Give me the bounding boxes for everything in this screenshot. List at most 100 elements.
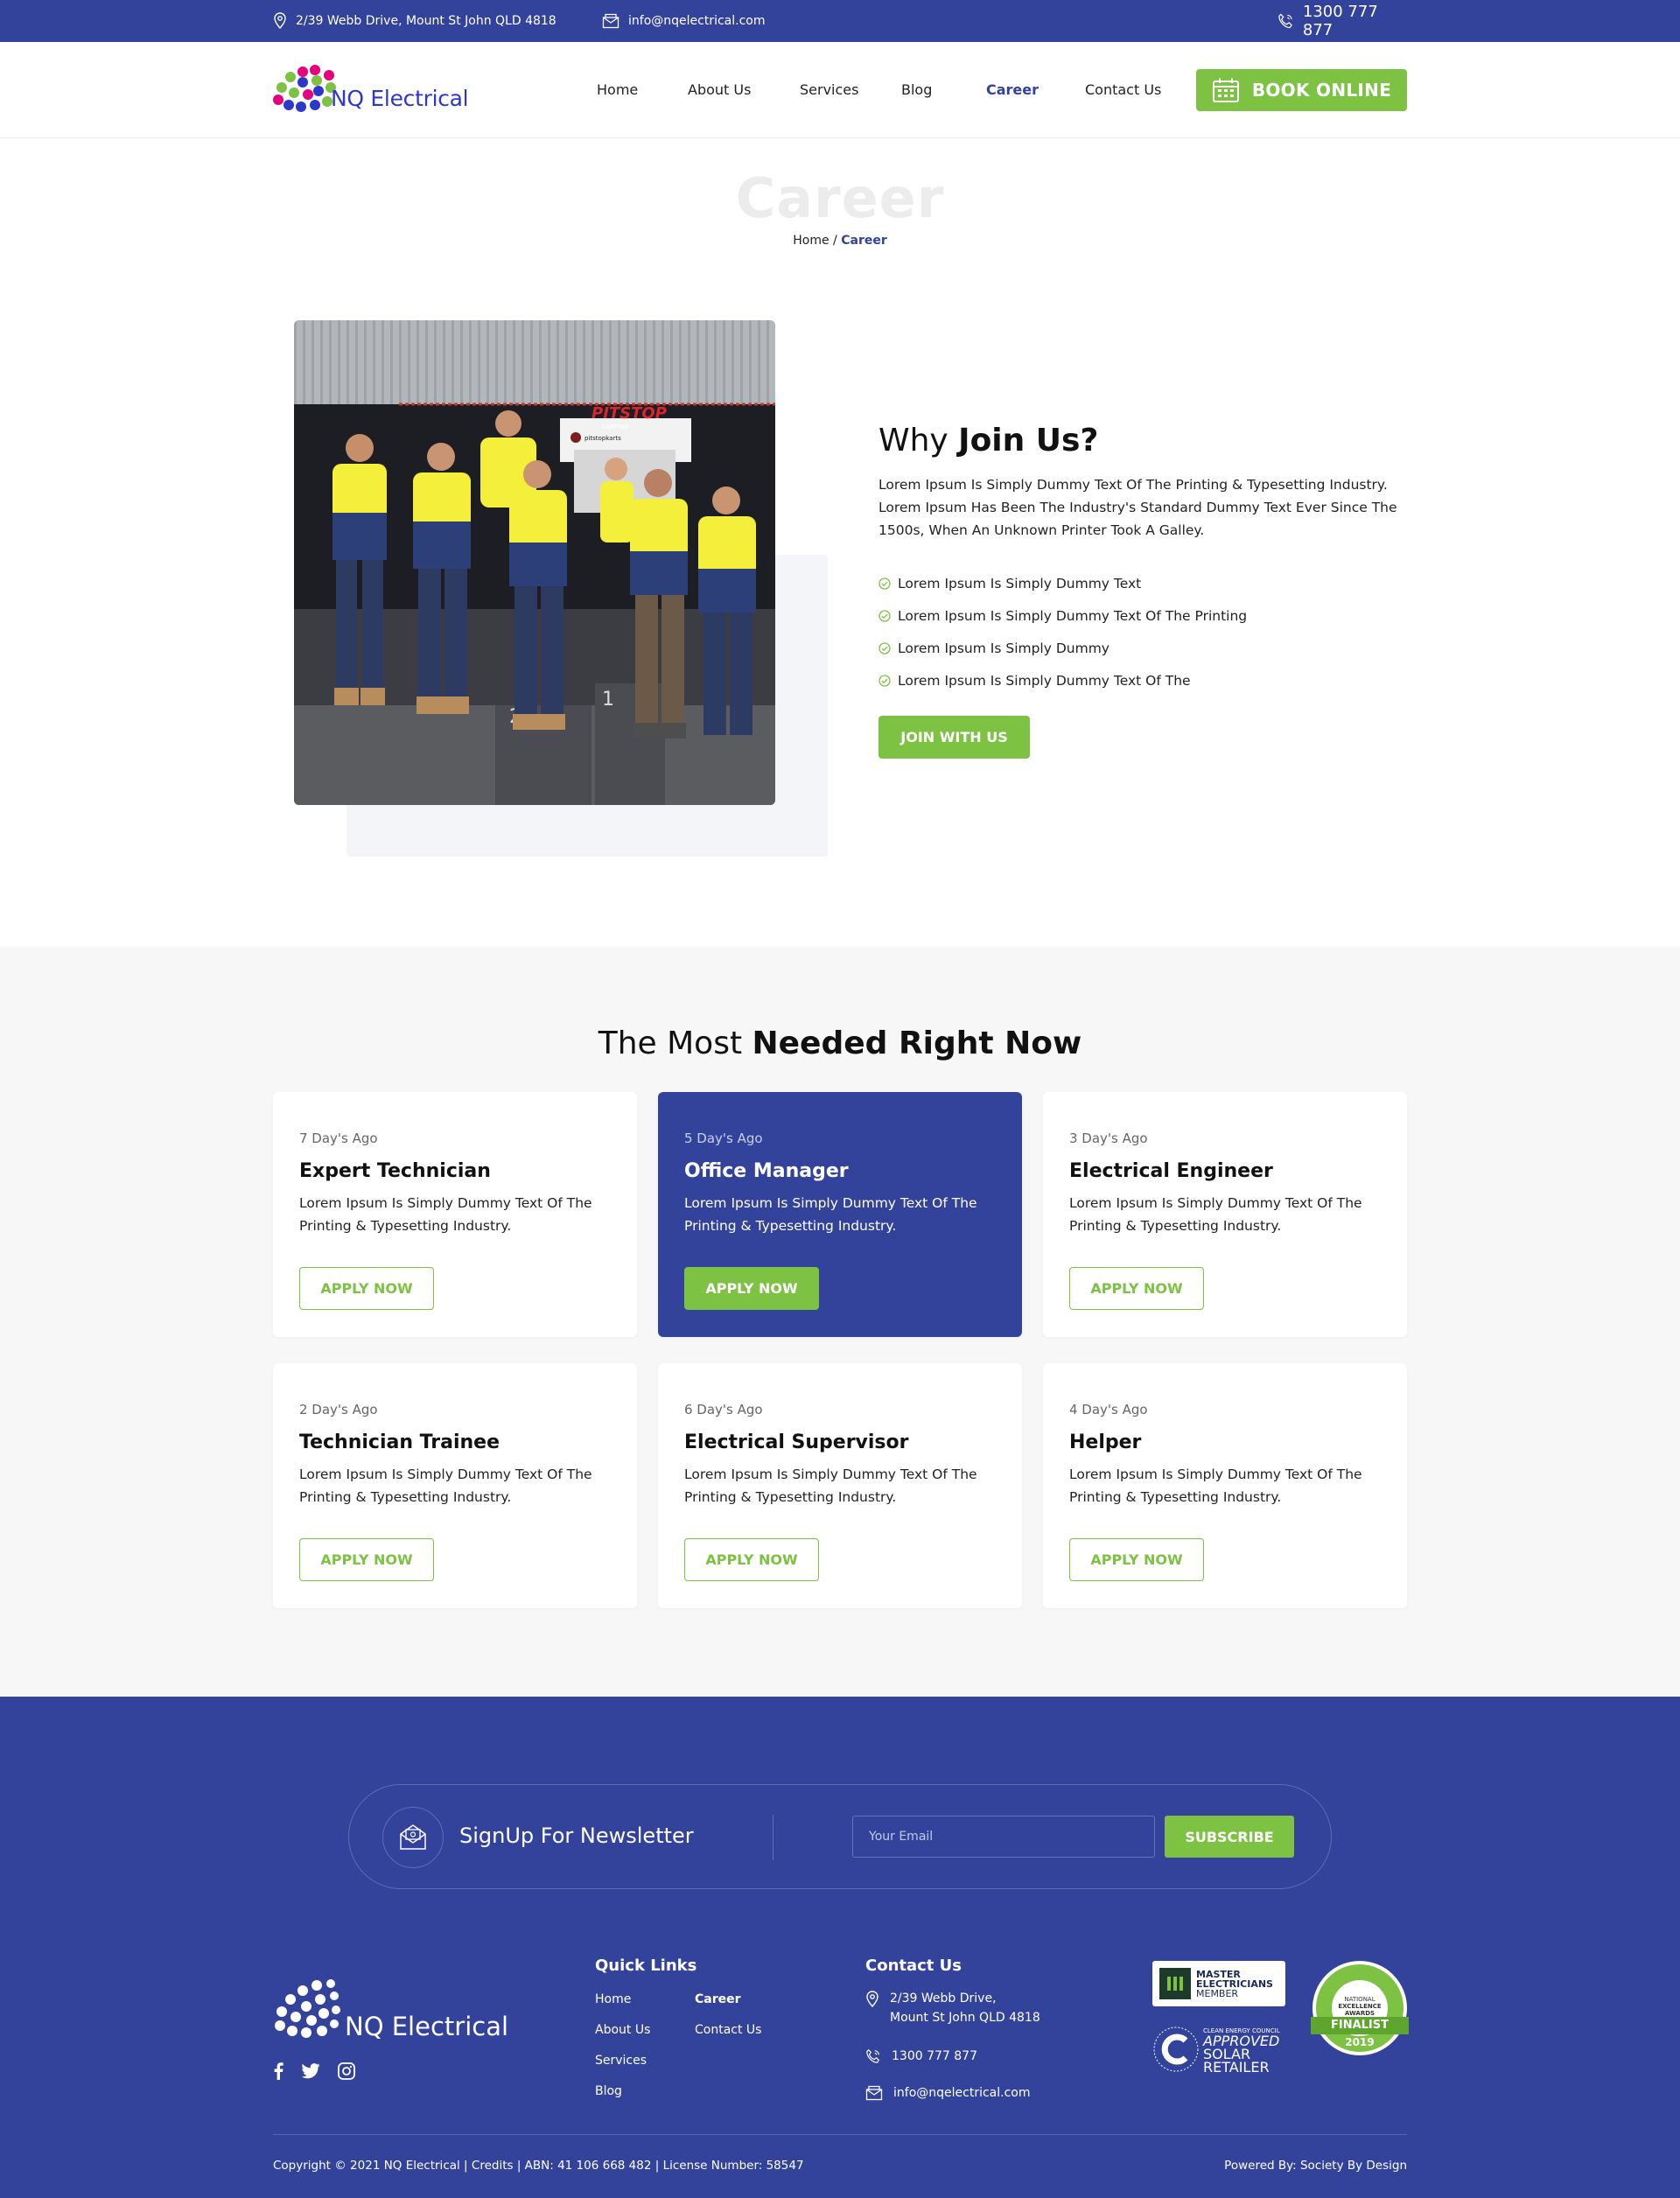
footer-email[interactable]: info@nqelectrical.com (865, 2083, 1030, 2103)
envelope-open-icon (400, 1824, 426, 1850)
award-line1: NATIONAL (1344, 1996, 1376, 2003)
book-online-button[interactable]: BOOK ONLINE (1196, 69, 1407, 111)
instagram-icon[interactable] (338, 2062, 355, 2080)
award-line2: EXCELLENCE (1338, 2003, 1382, 2010)
footer-link-services[interactable]: Services (595, 2054, 647, 2068)
master-electricians-logo-mark (1159, 1968, 1191, 1999)
footer-link-career[interactable]: Career (695, 1992, 741, 2006)
calendar-icon (1212, 78, 1239, 102)
job-posted-ago: 7 Day's Ago (299, 1130, 378, 1146)
footer-link-about-us[interactable]: About Us (595, 2023, 650, 2037)
nav-blog[interactable]: Blog (901, 81, 932, 98)
job-description: Lorem Ipsum Is Simply Dummy Text Of The … (299, 1466, 592, 1505)
checklist-item: Lorem Ipsum Is Simply Dummy Text (878, 567, 1247, 599)
job-posted-ago: 5 Day's Ago (684, 1130, 763, 1146)
apply-now-button[interactable]: APPLY NOW (1069, 1267, 1204, 1310)
checklist-item-text: Lorem Ipsum Is Simply Dummy Text Of The (898, 672, 1191, 689)
footer-link-contact-us[interactable]: Contact Us (695, 2023, 761, 2037)
job-posted-ago: 3 Day's Ago (1069, 1130, 1148, 1146)
email-icon (602, 13, 620, 29)
newsletter-label: SignUp For Newsletter (459, 1824, 694, 1848)
job-description: Lorem Ipsum Is Simply Dummy Text Of The … (1069, 1195, 1362, 1234)
apply-now-button[interactable]: APPLY NOW (684, 1267, 819, 1310)
nav-services[interactable]: Services (800, 81, 858, 98)
topbar-phone[interactable]: 1300 777 877 (1278, 0, 1407, 42)
apply-now-button[interactable]: APPLY NOW (1069, 1538, 1204, 1581)
logo-text: NQ Electrical (331, 86, 469, 111)
newsletter-icon-wrap (382, 1807, 444, 1868)
topbar-email-text: info@nqelectrical.com (628, 14, 766, 28)
page-title: Career (735, 166, 945, 230)
newsletter-bar: SignUp For Newsletter SUBSCRIBE (348, 1784, 1332, 1889)
site-logo[interactable]: NQ Electrical (273, 60, 469, 121)
topbar-email[interactable]: info@nqelectrical.com (602, 0, 765, 42)
apply-now-button[interactable]: APPLY NOW (299, 1267, 434, 1310)
footer-logo[interactable]: NQ Electrical (273, 1977, 508, 2047)
nav-contact-us[interactable]: Contact Us (1085, 81, 1161, 98)
job-title: Helper (1069, 1432, 1142, 1453)
clean-energy-council-logo-mark (1153, 2026, 1199, 2072)
location-pin-icon (274, 12, 286, 30)
book-online-label: BOOK ONLINE (1251, 80, 1392, 101)
apply-now-button[interactable]: APPLY NOW (684, 1538, 819, 1581)
subscribe-button[interactable]: SUBSCRIBE (1165, 1816, 1294, 1858)
footer-email-text: info@nqelectrical.com (893, 2086, 1031, 2100)
nav-home[interactable]: Home (597, 81, 638, 98)
checklist-item-text: Lorem Ipsum Is Simply Dummy Text (898, 575, 1142, 592)
badge-master-line3: MEMBER (1196, 1987, 1239, 1999)
badge-cec-line3: RETAILER (1203, 2059, 1270, 2076)
twitter-icon[interactable] (301, 2063, 320, 2079)
check-circle-icon (878, 609, 891, 622)
nav-career[interactable]: Career (986, 81, 1039, 98)
job-card: 4 Day's Ago Helper Lorem Ipsum Is Simply… (1043, 1363, 1407, 1608)
job-title: Electrical Supervisor (684, 1432, 909, 1453)
email-icon (865, 2085, 883, 2101)
job-description: Lorem Ipsum Is Simply Dummy Text Of The … (684, 1195, 977, 1234)
quick-links-heading: Quick Links (595, 1956, 697, 1975)
social-links (273, 2062, 355, 2080)
job-card-featured: 5 Day's Ago Office Manager Lorem Ipsum I… (658, 1092, 1022, 1337)
why-title-plain: Why (878, 423, 959, 458)
clean-energy-council-badge: CLEAN ENERGY COUNCIL APPROVED SOLAR RETA… (1152, 2024, 1292, 2076)
badge-master-line1: MASTER (1196, 1968, 1241, 1980)
why-join-title: Why Join Us? (878, 423, 1098, 458)
join-with-us-button[interactable]: JOIN WITH US (878, 716, 1030, 759)
job-title: Office Manager (684, 1160, 849, 1182)
footer-address: 2/39 Webb Drive, Mount St John QLD 4818 (865, 1989, 1040, 2027)
master-electricians-badge: MASTER ELECTRICIANS MEMBER (1152, 1961, 1285, 2006)
footer-link-blog[interactable]: Blog (595, 2084, 622, 2098)
phone-icon (866, 2048, 880, 2063)
newsletter-divider (773, 1815, 774, 1860)
job-description: Lorem Ipsum Is Simply Dummy Text Of The … (299, 1195, 592, 1234)
topbar-phone-text: 1300 777 877 (1302, 3, 1378, 39)
job-card: 7 Day's Ago Expert Technician Lorem Ipsu… (273, 1092, 637, 1337)
photo-sign-text: PITSTOP (592, 404, 667, 423)
contact-us-heading: Contact Us (865, 1956, 962, 1975)
team-photo-illustration: PITSTOP KARTING pitstopkarts 2 1 (294, 320, 775, 805)
breadcrumb-home[interactable]: Home (793, 234, 829, 248)
check-circle-icon (878, 674, 891, 687)
photo-sign-sub-text: KARTING (602, 424, 629, 430)
why-title-bold: Join Us? (958, 423, 1099, 458)
job-card: 6 Day's Ago Electrical Supervisor Lorem … (658, 1363, 1022, 1608)
jobs-section: The Most Needed Right Now 7 Day's Ago Ex… (0, 947, 1680, 1697)
job-description: Lorem Ipsum Is Simply Dummy Text Of The … (684, 1466, 977, 1505)
checklist-item: Lorem Ipsum Is Simply Dummy Text Of The … (878, 599, 1247, 632)
footer-phone[interactable]: 1300 777 877 (865, 2047, 977, 2066)
powered-by-text[interactable]: Powered By: Society By Design (1218, 2159, 1407, 2173)
footer-link-home[interactable]: Home (595, 1992, 631, 2006)
jobs-title-plain: The Most (598, 1026, 752, 1061)
svg-text:1: 1 (602, 689, 614, 710)
breadcrumb-current: Career (841, 234, 887, 248)
why-checklist: Lorem Ipsum Is Simply Dummy Text Lorem I… (878, 567, 1247, 696)
apply-now-button[interactable]: APPLY NOW (299, 1538, 434, 1581)
job-description: Lorem Ipsum Is Simply Dummy Text Of The … (1069, 1466, 1362, 1505)
facebook-icon[interactable] (273, 2062, 284, 2080)
award-line3: AWARDS (1344, 2010, 1376, 2017)
checklist-item: Lorem Ipsum Is Simply Dummy (878, 632, 1247, 664)
topbar-address: 2/39 Webb Drive, Mount St John QLD 4818 (273, 0, 556, 42)
newsletter-email-input[interactable] (852, 1816, 1155, 1858)
why-join-text: Lorem Ipsum Is Simply Dummy Text Of The … (878, 477, 1397, 538)
footer-divider (273, 2134, 1407, 2135)
nav-about-us[interactable]: About Us (688, 81, 751, 98)
